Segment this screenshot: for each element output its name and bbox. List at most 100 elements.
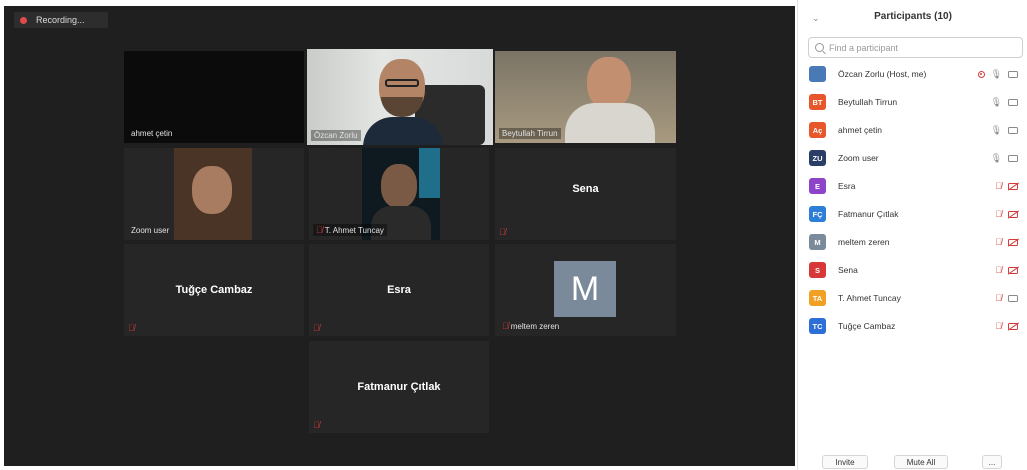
participant-name: Esra (838, 181, 856, 191)
video-icon[interactable] (1008, 294, 1018, 302)
avatar: BT (809, 94, 826, 110)
video-icon[interactable] (1008, 70, 1018, 78)
video-off-icon[interactable] (1008, 210, 1018, 218)
avatar: ZU (809, 150, 826, 166)
mic-muted-icon: 🎙̸ (502, 321, 509, 331)
participant-status-icons: 🎙̸ (995, 265, 1018, 275)
video-tile[interactable]: ahmet çetin (124, 51, 304, 143)
mic-muted-icon[interactable]: 🎙̸ (995, 181, 1002, 191)
participant-status-icons: 🎙 (991, 153, 1018, 163)
search-icon (815, 43, 824, 52)
participant-status-icons: 🎙 (977, 69, 1018, 79)
avatar: S (809, 262, 826, 278)
mic-muted-icon[interactable]: 🎙̸ (995, 293, 1002, 303)
more-button[interactable]: ... (982, 455, 1002, 469)
video-off-icon[interactable] (1008, 322, 1018, 330)
participant-name: Özcan Zorlu (Host, me) (838, 69, 927, 79)
mic-icon[interactable]: 🎙 (991, 97, 1002, 107)
avatar (809, 66, 826, 82)
participant-row[interactable]: Özcan Zorlu (Host, me) 🎙 (798, 60, 1027, 88)
participant-row[interactable]: Aç ahmet çetin 🎙 (798, 116, 1027, 144)
avatar: TC (809, 318, 826, 334)
participant-name-center: Tuğçe Cambaz (175, 284, 253, 296)
participant-status-icons: 🎙̸ (995, 209, 1018, 219)
mic-muted-icon[interactable]: 🎙̸ (995, 265, 1002, 275)
face-shape (587, 57, 631, 109)
mic-icon[interactable]: 🎙 (991, 125, 1002, 135)
shirt-shape (565, 103, 655, 143)
mic-muted-icon: 🎙̸ (313, 420, 320, 430)
video-off-icon[interactable] (1008, 182, 1018, 190)
participant-name: 🎙̸ T. Ahmet Tuncay (313, 224, 387, 236)
participant-name: 🎙̸ meltem zeren (499, 320, 562, 332)
video-tile[interactable]: 🎙̸ T. Ahmet Tuncay (309, 148, 489, 240)
participant-row[interactable]: E Esra 🎙̸ (798, 172, 1027, 200)
search-placeholder: Find a participant (829, 42, 899, 53)
mic-muted-icon[interactable]: 🎙̸ (995, 321, 1002, 331)
video-tile[interactable]: M 🎙̸ meltem zeren (495, 244, 676, 336)
mic-icon[interactable]: 🎙 (991, 69, 1002, 79)
avatar: M (809, 234, 826, 250)
participant-name: meltem zeren (838, 237, 890, 247)
participant-name: ahmet çetin (838, 125, 882, 135)
video-off-icon[interactable] (1008, 238, 1018, 246)
search-input[interactable]: Find a participant (808, 37, 1023, 58)
video-tile[interactable]: Tuğçe Cambaz 🎙̸ (124, 244, 304, 336)
panel-title: Participants (10) (874, 11, 952, 22)
recording-indicator[interactable]: Recording... (14, 12, 108, 28)
participant-row[interactable]: ZU Zoom user 🎙 (798, 144, 1027, 172)
mic-muted-icon[interactable]: 🎙̸ (995, 209, 1002, 219)
participant-name: T. Ahmet Tuncay (838, 293, 901, 303)
glasses-shape (385, 79, 419, 87)
invite-button[interactable]: Invite (822, 455, 868, 469)
participant-row[interactable]: S Sena 🎙̸ (798, 256, 1027, 284)
mic-muted-icon: 🎙̸ (128, 323, 135, 333)
participant-row[interactable]: Mmeltem zeren 🎙̸ (798, 228, 1027, 256)
face-shape (192, 166, 232, 214)
video-tile[interactable]: Sena 🎙̸ (495, 148, 676, 240)
video-off-icon[interactable] (1008, 266, 1018, 274)
participant-name: Tuğçe Cambaz (838, 321, 896, 331)
participant-name-text: meltem zeren (510, 322, 560, 331)
video-tile[interactable]: Fatmanur Çıtlak 🎙̸ (309, 341, 489, 433)
participant-name: ahmet çetin (131, 129, 173, 138)
participant-name-center: Sena (572, 183, 599, 196)
participant-name: Zoom user (838, 153, 879, 163)
meeting-window: Recording... ahmet çetin Özcan Zorlu Bey… (0, 0, 1027, 470)
participants-panel: ⌄ Participants (10) Find a participant Ö… (797, 0, 1027, 470)
mute-all-button[interactable]: Mute All (894, 455, 948, 469)
avatar: TA (809, 290, 826, 306)
panel-header: ⌄ Participants (10) (798, 4, 1027, 30)
participant-name: Fatmanur Çıtlak (838, 209, 899, 219)
participant-row[interactable]: TA T. Ahmet Tuncay 🎙̸ (798, 284, 1027, 312)
video-tile-active-speaker[interactable]: Özcan Zorlu (307, 49, 493, 145)
participant-name: Özcan Zorlu (311, 130, 361, 141)
participant-status-icons: 🎙̸ (995, 181, 1018, 191)
participant-name: Zoom user (131, 226, 170, 235)
participant-row[interactable]: FÇ Fatmanur Çıtlak 🎙̸ (798, 200, 1027, 228)
face-shape (381, 164, 417, 208)
participant-name-center: Fatmanur Çıtlak (357, 381, 441, 393)
video-tile[interactable]: Zoom user (124, 148, 304, 240)
mic-muted-icon: 🎙̸ (313, 323, 320, 333)
video-icon[interactable] (1008, 126, 1018, 134)
participant-row[interactable]: TC Tuğçe Cambaz 🎙̸ (798, 312, 1027, 340)
avatar: E (809, 178, 826, 194)
mic-icon[interactable]: 🎙 (991, 153, 1002, 163)
mic-muted-icon[interactable]: 🎙̸ (995, 237, 1002, 247)
participant-name: Beytullah Tirrun (499, 128, 561, 139)
participant-name: Beytullah Tirrun (838, 97, 898, 107)
participant-name-center: Esra (387, 284, 411, 296)
participant-status-icons: 🎙 (991, 125, 1018, 135)
video-tile[interactable]: Beytullah Tirrun (495, 51, 676, 143)
mic-muted-icon: 🎙̸ (316, 225, 323, 235)
video-tile[interactable]: Esra 🎙̸ (309, 244, 489, 336)
participant-row[interactable]: BT Beytullah Tirrun 🎙 (798, 88, 1027, 116)
video-icon[interactable] (1008, 154, 1018, 162)
participant-list: Özcan Zorlu (Host, me) 🎙 BT Beytullah Tirru… (798, 60, 1027, 340)
video-icon[interactable] (1008, 98, 1018, 106)
participant-status-icons: 🎙 (991, 97, 1018, 107)
participant-status-icons: 🎙̸ (995, 237, 1018, 247)
avatar: Aç (809, 122, 826, 138)
light-shape (419, 148, 440, 198)
